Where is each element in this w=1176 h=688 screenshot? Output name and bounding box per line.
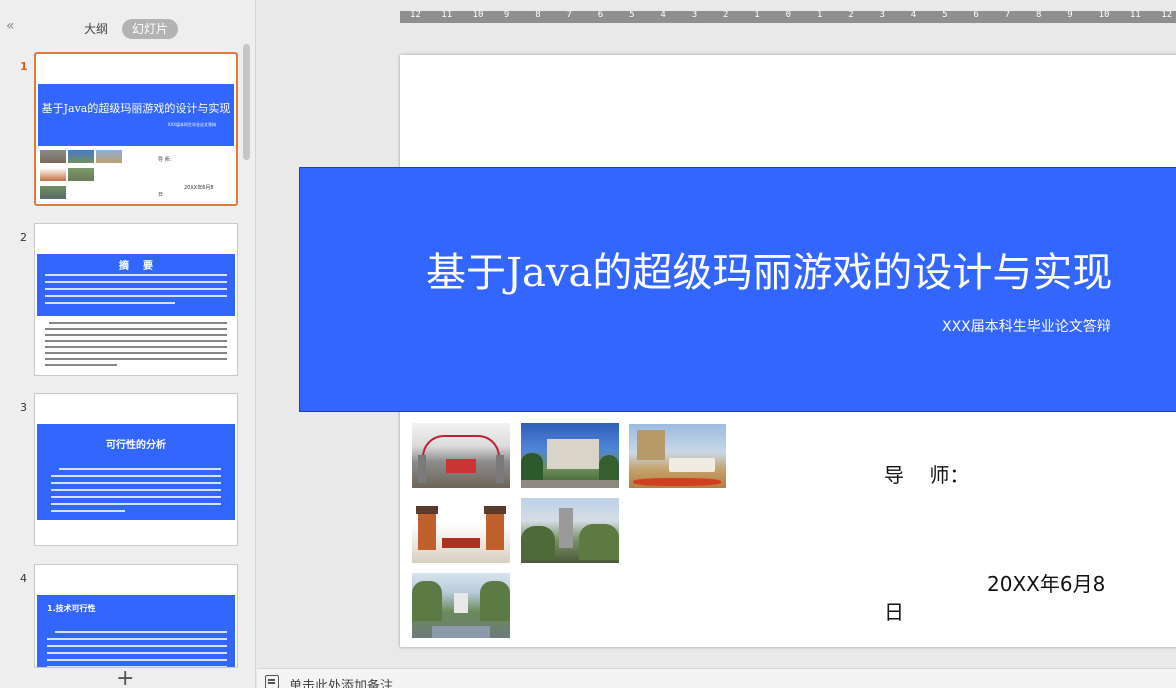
thumbnail-photo [96, 150, 122, 163]
tab-outline[interactable]: 大纲 [84, 20, 108, 37]
ruler-tick-label: 9 [503, 11, 510, 20]
ruler-tick-label: 11 [1129, 11, 1141, 20]
slide-thumbnail-1[interactable]: 基于Java的超级玛丽游戏的设计与实现 XXX届本科生毕业论文答辩 导 师： 2… [34, 52, 238, 206]
slide-number-3: 3 [20, 401, 27, 414]
thumbnail-title: 基于Java的超级玛丽游戏的设计与实现 [41, 102, 231, 115]
slide-thumbnail-2[interactable]: 摘 要 [34, 223, 238, 376]
notes-placeholder[interactable]: 单击此处添加备注 [289, 675, 393, 688]
ruler-tick-label: 7 [1004, 11, 1011, 20]
thumbnail-title: 1.技术可行性 [47, 604, 96, 613]
ruler-tick-label: 12 [1161, 11, 1173, 20]
ruler-tick-label: 1 [754, 11, 760, 20]
advisor-label[interactable]: 导 师： [884, 459, 969, 488]
defense-date-tail[interactable]: 日 [884, 596, 904, 625]
ruler-tick-label: 2 [848, 11, 854, 20]
slide-subtitle[interactable]: XXX届本科生毕业论文答辩 [942, 316, 1111, 336]
ruler-tick-label: 8 [535, 11, 541, 20]
add-slide-button[interactable]: + [116, 666, 134, 688]
ruler-tick-label: 0 [785, 11, 792, 20]
ruler-tick-label: 1 [816, 11, 823, 20]
ruler-tick-label: 10 [472, 11, 484, 20]
slide-number-1: 1 [20, 60, 28, 73]
ruler-tick-label: 7 [566, 11, 572, 20]
campus-gate-towers-photo[interactable] [412, 498, 510, 563]
ruler-tick-label: 11 [441, 11, 453, 20]
ruler-tick-label: 6 [973, 11, 979, 20]
thumbnail-title: 可行性的分析 [106, 440, 166, 451]
thumbnail-photo [40, 168, 66, 181]
slide-thumbnail-4[interactable]: 1.技术可行性 [34, 564, 238, 668]
thumbnail-title-band: 摘 要 [37, 254, 235, 316]
campus-building-photo[interactable] [521, 423, 619, 488]
defense-date[interactable]: 20XX年6月8 [987, 568, 1105, 597]
slide-number-4: 4 [20, 572, 27, 585]
slide-number-2: 2 [20, 231, 27, 244]
thumbnail-title-band: 1.技术可行性 [37, 595, 235, 667]
collapse-panel-button[interactable]: « [6, 18, 15, 34]
ruler-tick-label: 3 [879, 11, 885, 20]
thumbnail-photo [40, 186, 66, 199]
thumbnail-title: 摘 要 [119, 261, 153, 272]
notes-icon [265, 675, 279, 688]
campus-tower-photo[interactable] [521, 498, 619, 563]
ruler-tick-label: 5 [629, 11, 635, 20]
horizontal-ruler: 12 11 10 9 8 7 6 5 4 3 2 1 0 1 2 3 4 5 6 7 8 9 10 11 12 [400, 11, 1176, 23]
ruler-tick-label: 4 [910, 11, 917, 20]
tab-slides[interactable]: 幻灯片 [122, 19, 178, 39]
thumbnail-date-tail: 日 [158, 192, 164, 198]
thumbnail-title-band: 可行性的分析 [37, 424, 235, 520]
notes-bar[interactable]: 单击此处添加备注 [257, 668, 1176, 688]
slide-thumbnail-panel: « 大纲 幻灯片 1 基于Java的超级玛丽游戏的设计与实现 XXX届本科生毕业… [0, 0, 256, 688]
thumbnail-advisor: 导 师： [158, 157, 175, 163]
thumbnail-scrollbar[interactable] [243, 44, 250, 160]
thumbnail-photo [40, 150, 66, 163]
ruler-tick-label: 6 [597, 11, 604, 20]
campus-sign-photo[interactable] [629, 424, 726, 488]
campus-gate-photo[interactable] [412, 423, 510, 488]
ruler-tick-label: 4 [660, 11, 666, 20]
ruler-tick-label: 8 [1036, 11, 1042, 20]
ruler-tick-label: 5 [942, 11, 948, 20]
slide-thumbnail-3[interactable]: 可行性的分析 [34, 393, 238, 546]
thumbnail-title-band: 基于Java的超级玛丽游戏的设计与实现 XXX届本科生毕业论文答辩 [38, 84, 234, 146]
ruler-tick-label: 3 [691, 11, 698, 20]
ruler-tick-label: 2 [723, 11, 729, 20]
campus-courtyard-photo[interactable] [412, 573, 510, 638]
title-banner[interactable]: 基于Java的超级玛丽游戏的设计与实现 XXX届本科生毕业论文答辩 [299, 167, 1176, 412]
ruler-tick-label: 10 [1098, 11, 1110, 20]
ruler-tick-label: 12 [410, 11, 421, 20]
thumbnail-subtitle: XXX届本科生毕业论文答辩 [167, 122, 216, 127]
thumbnail-photo [68, 150, 94, 163]
thumbnail-date: 20XX年6月8 [184, 185, 214, 191]
slide-title[interactable]: 基于Java的超级玛丽游戏的设计与实现 [426, 240, 1112, 298]
ruler-tick-label: 9 [1067, 11, 1073, 20]
thumbnail-photo [68, 168, 94, 181]
